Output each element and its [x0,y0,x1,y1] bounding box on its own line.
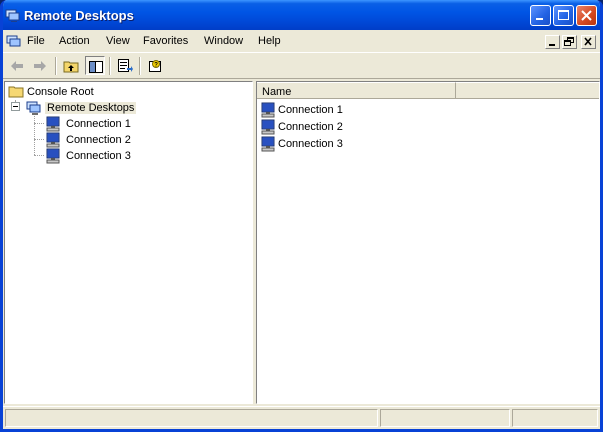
menu-favorites[interactable]: Favorites [143,35,188,47]
mmc-window: Remote Desktops File Action View Favorit… [0,0,603,432]
toolbar-separator [109,57,111,75]
child-close-button[interactable] [581,35,596,49]
tree-item-console-root[interactable]: Console Root [8,84,128,100]
svg-text:?: ? [154,62,158,68]
menu-view[interactable]: View [106,35,130,47]
child-minimize-button[interactable] [545,35,560,49]
minimize-icon [549,44,555,46]
back-button[interactable] [7,56,27,75]
close-icon [581,10,592,21]
computer-icon [46,148,60,164]
show-hide-tree-button[interactable] [85,56,105,75]
minimize-button[interactable] [530,5,551,26]
folder-icon [8,86,24,98]
tree-connector [34,123,44,124]
tree-label: Connection 3 [66,150,131,162]
menu-window[interactable]: Window [204,35,243,47]
list-item-label: Connection 1 [278,104,343,116]
show-hide-tree-icon [89,61,103,73]
tree-connector [34,116,35,155]
status-cell-main [5,409,378,427]
tree-label: Connection 1 [66,118,131,130]
computer-icon [46,116,60,132]
tree-label: Connection 2 [66,134,131,146]
minimize-icon [536,18,543,20]
tree-label: Console Root [27,86,94,98]
up-one-level-button[interactable] [61,56,81,75]
close-button[interactable] [576,5,597,26]
help-icon: ? [149,60,161,72]
toolbar: ? [3,52,600,79]
child-restore-button[interactable] [562,35,577,49]
column-header-name[interactable]: Name [257,82,456,99]
tree-item-connection[interactable]: Connection 2 [45,132,145,148]
tree-item-remote-desktops[interactable]: Remote Desktops [26,100,156,116]
remote-desktops-app-icon[interactable] [5,7,21,23]
restore-icon [564,37,574,46]
status-cell [380,409,510,427]
list-item-label: Connection 2 [278,121,343,133]
forward-icon [34,61,46,71]
toolbar-separator [55,57,57,75]
tree-item-connection[interactable]: Connection 1 [45,116,145,132]
menu-file[interactable]: File [27,35,45,47]
title-bar[interactable]: Remote Desktops [3,0,600,30]
window-title: Remote Desktops [24,8,134,23]
computer-icon [261,102,275,118]
tree-item-connection[interactable]: Connection 3 [45,148,145,164]
status-bar [3,406,600,429]
maximize-icon [558,10,569,20]
back-icon [11,61,23,71]
computer-icon [261,136,275,152]
column-header-filler [456,82,599,99]
list-item-label: Connection 3 [278,138,343,150]
toolbar-separator [139,57,141,75]
menu-action[interactable]: Action [59,35,90,47]
tree-connector [34,155,44,156]
menu-bar: File Action View Favorites Window Help [3,30,600,52]
close-icon [584,37,592,46]
computer-icon [46,132,60,148]
details-list-pane[interactable]: Name Connection 1 Connection 2 Connectio… [256,81,600,404]
maximize-button[interactable] [553,5,574,26]
list-item-connection[interactable]: Connection 2 [260,119,380,135]
console-system-menu-icon[interactable] [6,33,22,49]
console-tree-pane[interactable]: Console Root Remote Desktops Connection … [4,81,253,404]
help-button[interactable]: ? [145,56,165,75]
export-list-button[interactable] [115,56,135,75]
tree-label: Remote Desktops [45,102,137,114]
status-cell [512,409,598,427]
remote-desktops-icon [26,101,41,115]
tree-connector [34,139,44,140]
computer-icon [261,119,275,135]
menu-help[interactable]: Help [258,35,281,47]
collapse-toggle[interactable] [11,102,20,111]
export-list-icon [118,59,133,72]
forward-button[interactable] [30,56,50,75]
list-item-connection[interactable]: Connection 1 [260,102,380,118]
list-item-connection[interactable]: Connection 3 [260,136,380,152]
up-one-level-icon [63,61,79,73]
